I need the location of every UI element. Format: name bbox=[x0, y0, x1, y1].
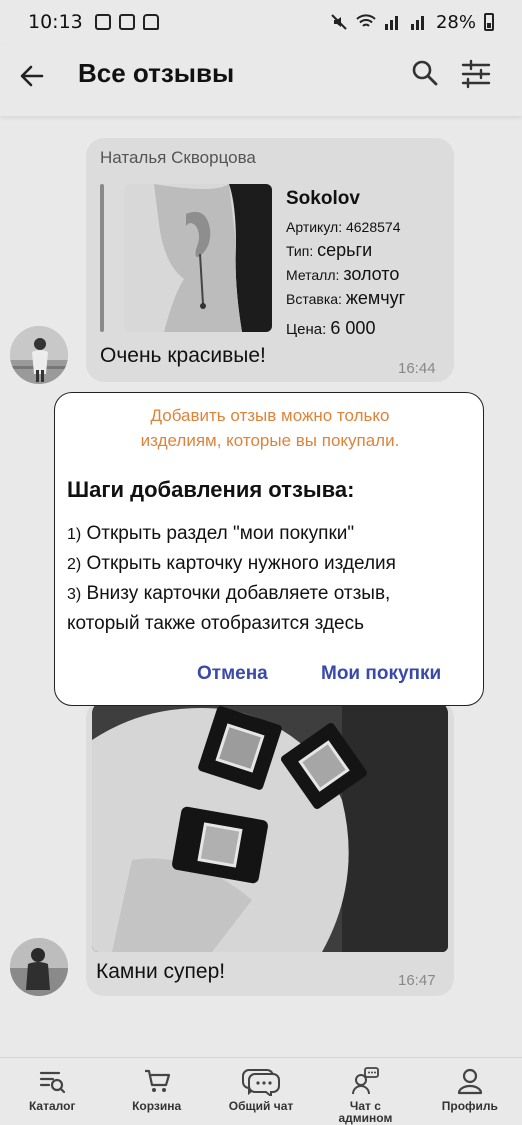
signal-icon bbox=[384, 16, 398, 30]
step-2: 2) Открыть карточку нужного изделия bbox=[67, 549, 477, 579]
battery-percent: 28% bbox=[435, 11, 476, 33]
battery-icon bbox=[484, 13, 494, 31]
step-3: 3) Внизу карточки добавляете отзыв, bbox=[67, 579, 477, 609]
notification-icons bbox=[94, 14, 159, 30]
author-name: Наталья Скворцова bbox=[100, 148, 256, 167]
product-brand: Sokolov bbox=[286, 188, 360, 209]
metal-label: Металл: bbox=[286, 267, 340, 283]
check-icon bbox=[118, 14, 135, 30]
mute-icon bbox=[331, 14, 347, 30]
nav-admin-chat[interactable]: Чат с админом bbox=[313, 1058, 417, 1125]
review-photo[interactable] bbox=[92, 700, 448, 952]
admin-chat-icon bbox=[352, 1067, 380, 1095]
product-price: Цена: 6 000 bbox=[286, 317, 405, 341]
dialog-notice-line2: изделиям, которые вы покупали. bbox=[140, 431, 400, 450]
product-metal: Металл: золото bbox=[286, 263, 405, 287]
review-message: Камни супер! 16:47 bbox=[86, 700, 454, 996]
insert-label: Вставка: bbox=[286, 291, 342, 307]
search-icon bbox=[412, 60, 438, 86]
step-3-continued: который также отобразится здесь bbox=[67, 613, 365, 634]
type-value: серьги bbox=[317, 240, 373, 260]
profile-icon bbox=[457, 1068, 482, 1095]
review-message: Наталья Скворцова Sokolov Артикул: 46285… bbox=[86, 138, 454, 382]
message-time: 16:44 bbox=[398, 360, 436, 377]
message-text: Очень красивые! bbox=[100, 344, 266, 367]
nav-label: Корзина bbox=[132, 1099, 182, 1113]
add-review-dialog: Добавить отзыв можно только изделиям, ко… bbox=[54, 392, 484, 706]
nav-profile[interactable]: Профиль bbox=[418, 1058, 522, 1125]
message-time: 16:47 bbox=[398, 972, 436, 989]
product-image[interactable] bbox=[124, 184, 272, 332]
product-article: Артикул: 4628574 bbox=[286, 216, 405, 239]
status-time: 10:13 bbox=[28, 11, 83, 33]
catalog-icon bbox=[40, 1071, 66, 1094]
article-label: Артикул: bbox=[286, 219, 343, 235]
step-1-number: 1) bbox=[67, 526, 82, 543]
filter-icon bbox=[461, 59, 491, 89]
app-header: Все отзывы bbox=[0, 44, 522, 116]
product-info: Sokolov Артикул: 4628574 Тип: серьги Мет… bbox=[286, 188, 405, 341]
nav-label: Чат с админом bbox=[339, 1100, 393, 1124]
product-card[interactable]: Sokolov Артикул: 4628574 Тип: серьги Мет… bbox=[100, 182, 440, 338]
bottom-nav: Каталог Корзина Общий чат Чат с админом bbox=[0, 1057, 522, 1125]
nav-label: Общий чат bbox=[228, 1099, 294, 1113]
chat-icon bbox=[242, 1069, 281, 1096]
search-button[interactable] bbox=[410, 58, 442, 90]
lock-icon bbox=[142, 14, 159, 30]
nav-cart[interactable]: Корзина bbox=[104, 1058, 208, 1125]
metal-value: золото bbox=[343, 264, 400, 284]
back-button[interactable] bbox=[16, 60, 48, 92]
dialog-notice: Добавить отзыв можно только изделиям, ко… bbox=[55, 403, 485, 453]
step-1-text: Открыть раздел "мои покупки" bbox=[86, 523, 355, 544]
article-value: 4628574 bbox=[345, 219, 401, 235]
signal-icon-2 bbox=[410, 16, 424, 30]
avatar[interactable] bbox=[10, 938, 68, 996]
product-accent-bar bbox=[100, 184, 104, 332]
message-text: Камни супер! bbox=[96, 960, 226, 983]
page-title: Все отзывы bbox=[78, 58, 235, 88]
cart-icon bbox=[144, 1069, 170, 1092]
dialog-notice-line1: Добавить отзыв можно только bbox=[150, 406, 390, 425]
my-purchases-button[interactable]: Мои покупки bbox=[321, 663, 441, 685]
gallery-icon bbox=[94, 14, 111, 30]
step-2-number: 2) bbox=[67, 556, 82, 573]
nav-catalog[interactable]: Каталог bbox=[0, 1058, 104, 1125]
cancel-button[interactable]: Отмена bbox=[197, 663, 268, 685]
back-arrow-icon bbox=[20, 65, 44, 87]
step-1: 1) Открыть раздел "мои покупки" bbox=[67, 519, 477, 549]
dialog-title: Шаги добавления отзыва: bbox=[67, 477, 355, 502]
price-label: Цена: bbox=[286, 321, 327, 338]
wifi-icon bbox=[356, 14, 376, 27]
nav-label: Профиль bbox=[441, 1099, 498, 1113]
status-bar: 10:13 28% bbox=[0, 0, 522, 44]
insert-value: жемчуг bbox=[345, 288, 406, 308]
product-insert: Вставка: жемчуг bbox=[286, 287, 405, 311]
product-type: Тип: серьги bbox=[286, 239, 405, 263]
nav-label-line2: админом bbox=[338, 1111, 393, 1125]
avatar[interactable] bbox=[10, 326, 68, 384]
dialog-steps: 1) Открыть раздел "мои покупки" 2) Откры… bbox=[67, 519, 477, 638]
price-value: 6 000 bbox=[330, 318, 376, 338]
step-2-text: Открыть карточку нужного изделия bbox=[86, 553, 396, 574]
type-label: Тип: bbox=[286, 243, 314, 259]
nav-general-chat[interactable]: Общий чат bbox=[209, 1058, 313, 1125]
nav-label: Каталог bbox=[28, 1099, 76, 1113]
step-3-text: Внизу карточки добавляете отзыв, bbox=[86, 583, 391, 604]
system-icons: 28% bbox=[330, 12, 494, 33]
filter-button[interactable] bbox=[460, 58, 494, 92]
step-3-number: 3) bbox=[67, 586, 82, 603]
